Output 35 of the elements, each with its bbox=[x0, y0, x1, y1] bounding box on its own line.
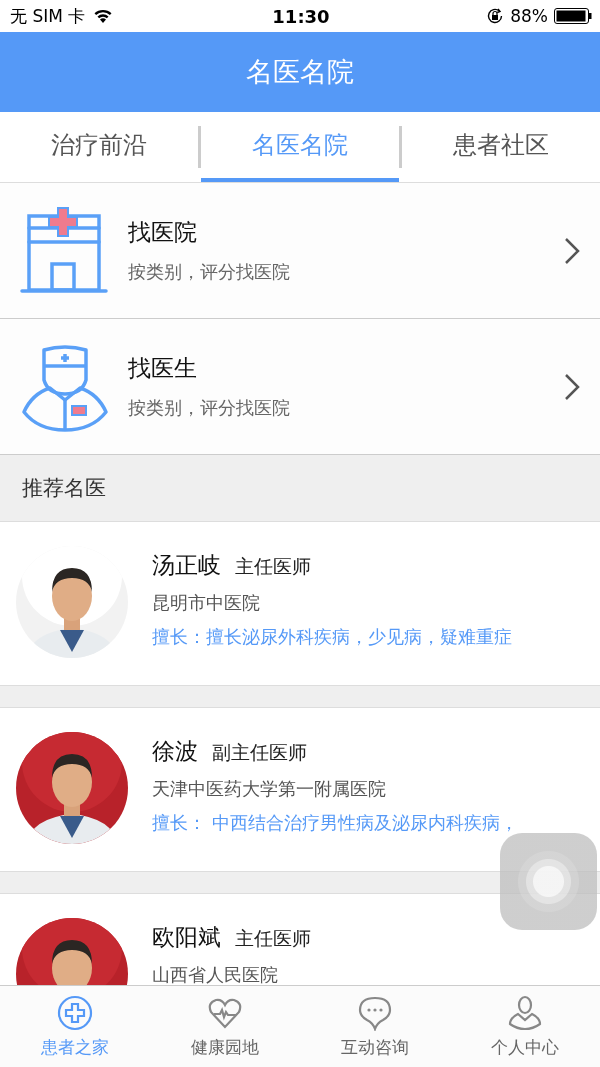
specialty-text: 擅长：擅长泌尿外科疾病，少见病，疑难重症 bbox=[152, 626, 512, 649]
nav-tab[interactable]: 个人中心 bbox=[450, 986, 600, 1067]
doctor-name: 汤正岐 bbox=[152, 551, 221, 580]
hospital-name: 昆明市中医院 bbox=[152, 591, 261, 615]
rotation-lock-icon bbox=[486, 7, 505, 25]
battery-icon bbox=[554, 8, 592, 24]
nav-tab[interactable]: 互动咨询 bbox=[300, 986, 450, 1067]
person-icon bbox=[507, 994, 543, 1031]
clock-time: 11:30 bbox=[272, 5, 330, 27]
wifi-icon bbox=[93, 8, 114, 24]
chevron-right-icon bbox=[562, 371, 582, 402]
hospital-icon bbox=[20, 205, 110, 296]
section-title: 推荐名医 bbox=[22, 475, 106, 502]
chevron-right-icon bbox=[562, 235, 582, 266]
hospital-name: 天津中医药大学第一附属医院 bbox=[152, 777, 387, 801]
entry-title: 找医院 bbox=[128, 218, 198, 247]
specialty-text: 擅长： 中西结合治疗男性病及泌尿内科疾病， bbox=[152, 812, 518, 835]
entry-subtitle: 按类别，评分找医院 bbox=[128, 396, 291, 420]
tab[interactable]: 患者社区 bbox=[402, 112, 600, 182]
tab[interactable]: 治疗前沿 bbox=[0, 112, 198, 182]
doctor-title: 主任医师 bbox=[235, 926, 311, 951]
entry-title: 找医生 bbox=[128, 354, 198, 383]
doctor-name: 欧阳斌 bbox=[152, 923, 221, 952]
nav-tab[interactable]: 健康园地 bbox=[150, 986, 300, 1067]
entry-subtitle: 按类别，评分找医院 bbox=[128, 260, 291, 284]
hospital-name: 山西省人民医院 bbox=[152, 963, 279, 985]
assistive-touch-button[interactable] bbox=[500, 833, 597, 930]
doctor-name: 徐波 bbox=[152, 737, 198, 766]
doctor-title: 主任医师 bbox=[235, 554, 311, 579]
carrier-label: 无 SIM 卡 bbox=[10, 4, 86, 28]
page-title: 名医名院 bbox=[246, 55, 354, 89]
plus-circle-icon bbox=[57, 994, 93, 1031]
chat-icon bbox=[357, 994, 393, 1031]
battery-percent: 88% bbox=[510, 6, 548, 26]
doctor-title: 副主任医师 bbox=[212, 740, 307, 765]
